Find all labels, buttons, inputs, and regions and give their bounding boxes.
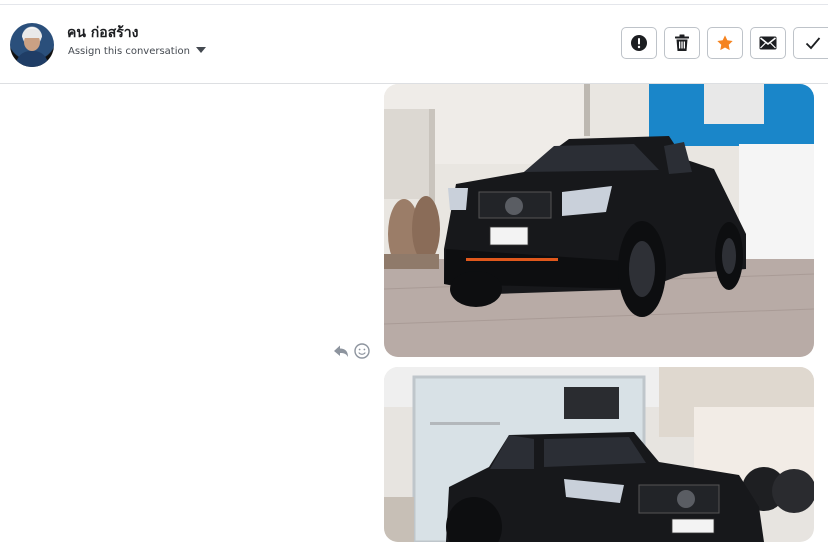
contact-name[interactable]: คน ก่อสร้าง — [67, 22, 138, 44]
avatar-body — [16, 51, 48, 67]
message-actions — [332, 342, 372, 360]
message-image-truck-2[interactable] — [384, 367, 814, 542]
assign-label: Assign this conversation — [68, 46, 190, 57]
star-button[interactable] — [707, 27, 743, 59]
avatar-helmet — [22, 29, 42, 38]
reply-icon — [334, 345, 348, 357]
caret-down-icon — [195, 47, 206, 53]
exclamation-icon — [631, 35, 647, 51]
envelope-icon — [759, 36, 777, 50]
mark-done-button[interactable] — [793, 27, 828, 59]
mark-unread-button[interactable] — [750, 27, 786, 59]
truck-photo-2 — [384, 367, 814, 542]
assign-conversation-dropdown[interactable]: Assign this conversation — [68, 46, 206, 57]
mark-spam-button[interactable] — [621, 27, 657, 59]
emoji-icon — [354, 343, 370, 359]
truck-photo-1 — [384, 84, 814, 357]
star-icon — [717, 35, 733, 51]
trash-icon — [675, 34, 689, 51]
avatar[interactable] — [10, 23, 54, 67]
delete-button[interactable] — [664, 27, 700, 59]
conversation-header: คน ก่อสร้าง Assign this conversation — [0, 5, 828, 84]
reply-react-icons — [334, 343, 370, 359]
message-image-truck-1[interactable] — [384, 84, 814, 357]
check-icon — [805, 37, 821, 50]
